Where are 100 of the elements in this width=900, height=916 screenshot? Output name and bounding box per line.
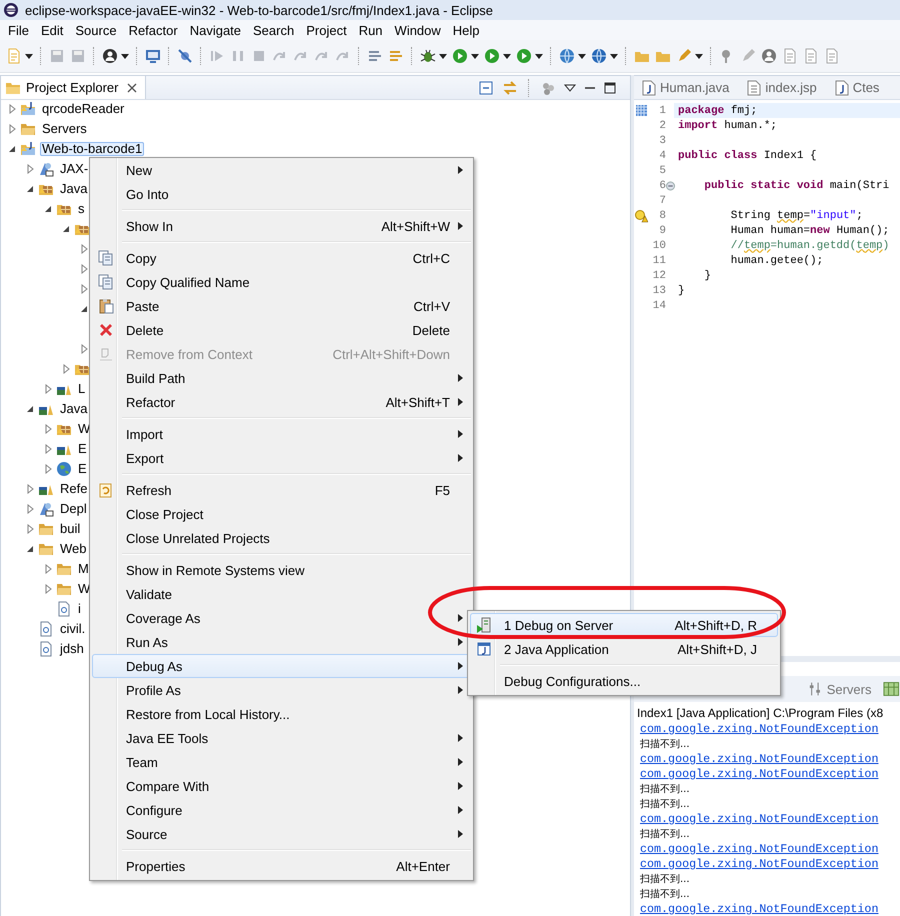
editor-tab[interactable]: index.jsp bbox=[739, 76, 827, 99]
menu-item[interactable]: Refactor bbox=[122, 22, 184, 38]
collapse-arrow-icon[interactable] bbox=[79, 304, 89, 314]
tree-item[interactable]: Refe bbox=[58, 482, 90, 496]
menu-item[interactable]: Show in Remote Systems view bbox=[92, 558, 471, 582]
monitor-icon[interactable] bbox=[145, 48, 161, 64]
console-link[interactable]: com.google.zxing.NotFoundException bbox=[640, 902, 878, 916]
expand-arrow-icon[interactable] bbox=[79, 284, 89, 294]
menu-item[interactable]: Copy Ctrl+C bbox=[92, 246, 471, 270]
skip-breakpoints-icon[interactable] bbox=[177, 48, 193, 64]
page-icon[interactable] bbox=[803, 48, 819, 64]
warning-bulb-icon[interactable] bbox=[634, 208, 648, 222]
tree-item[interactable]: Depl bbox=[58, 502, 89, 516]
tree-item[interactable]: Web-to-barcode1 bbox=[40, 142, 144, 156]
expand-arrow-icon[interactable] bbox=[43, 584, 53, 594]
new-service-icon[interactable] bbox=[591, 48, 607, 64]
menu-item[interactable]: Help bbox=[446, 22, 486, 38]
collapse-arrow-icon[interactable] bbox=[7, 144, 17, 154]
menu-item[interactable]: New bbox=[92, 158, 471, 182]
dropdown-caret-icon[interactable] bbox=[610, 54, 618, 58]
tree-item[interactable]: Java bbox=[58, 402, 90, 416]
expand-arrow-icon[interactable] bbox=[79, 244, 89, 254]
menu-item[interactable]: Team bbox=[92, 750, 471, 774]
menu-item[interactable]: Navigate bbox=[184, 22, 248, 38]
new-server-icon[interactable] bbox=[559, 48, 575, 64]
expand-arrow-icon[interactable] bbox=[79, 344, 89, 354]
tree-item[interactable]: i bbox=[76, 602, 83, 616]
menu-item[interactable]: Project bbox=[300, 22, 353, 38]
collapse-arrow-icon[interactable] bbox=[25, 404, 35, 414]
dropdown-caret-icon[interactable] bbox=[439, 54, 447, 58]
collapse-arrow-icon[interactable] bbox=[43, 204, 53, 214]
collapse-all-icon[interactable] bbox=[478, 80, 494, 96]
menu-item[interactable]: Search bbox=[247, 22, 300, 38]
tree-item[interactable]: jdsh bbox=[58, 642, 86, 656]
menu-item[interactable]: Edit bbox=[34, 22, 70, 38]
fold-icon[interactable] bbox=[666, 180, 675, 190]
tree-item[interactable]: s bbox=[76, 202, 86, 216]
document-icon[interactable] bbox=[782, 48, 798, 64]
tree-item[interactable]: Java bbox=[58, 182, 90, 196]
menu-item[interactable]: Debug Configurations... bbox=[470, 669, 778, 693]
menu-item[interactable]: Run bbox=[352, 22, 389, 38]
console-link[interactable]: com.google.zxing.NotFoundException bbox=[640, 752, 878, 767]
menu-item[interactable]: Source bbox=[92, 822, 471, 846]
tree-item[interactable]: buil bbox=[58, 522, 82, 536]
debug-icon[interactable] bbox=[420, 48, 436, 64]
menu-item[interactable]: Refactor Alt+Shift+T bbox=[92, 390, 471, 414]
menu-item[interactable]: Coverage As bbox=[92, 606, 471, 630]
tree-item[interactable]: civil. bbox=[58, 622, 88, 636]
menu-item[interactable]: 1 Debug on Server Alt+Shift+D, R bbox=[470, 613, 778, 637]
tree-item[interactable]: Web bbox=[58, 542, 88, 556]
editor-tab[interactable]: Ctes bbox=[826, 76, 890, 99]
collapse-arrow-icon[interactable] bbox=[25, 544, 35, 554]
menu-item[interactable]: Import bbox=[92, 422, 471, 446]
link-editor-icon[interactable] bbox=[502, 80, 518, 96]
dropdown-caret-icon[interactable] bbox=[695, 54, 703, 58]
console-tab[interactable]: Servers bbox=[826, 682, 872, 696]
dropdown-caret-icon[interactable] bbox=[471, 54, 479, 58]
drop-frame-icon[interactable] bbox=[367, 48, 383, 64]
expand-arrow-icon[interactable] bbox=[61, 364, 71, 374]
menu-item[interactable]: Validate bbox=[92, 582, 471, 606]
close-icon[interactable] bbox=[127, 82, 138, 92]
editor-tab[interactable]: Human.java bbox=[634, 76, 740, 99]
expand-arrow-icon[interactable] bbox=[43, 444, 53, 454]
console-link[interactable]: com.google.zxing.NotFoundException bbox=[640, 812, 878, 827]
menu-item[interactable]: Configure bbox=[92, 798, 471, 822]
menu-item[interactable]: Java EE Tools bbox=[92, 726, 471, 750]
menu-item[interactable]: Copy Qualified Name bbox=[92, 270, 471, 294]
figure-icon[interactable] bbox=[761, 48, 777, 64]
menu-item[interactable]: Delete Delete bbox=[92, 318, 471, 342]
menu-item[interactable]: Show In Alt+Shift+W bbox=[92, 214, 471, 238]
dropdown-caret-icon[interactable] bbox=[503, 54, 511, 58]
menu-item[interactable]: Close Unrelated Projects bbox=[92, 526, 471, 550]
dropdown-caret-icon[interactable] bbox=[25, 54, 33, 58]
tree-item[interactable]: L bbox=[76, 382, 88, 396]
paragraph-icon[interactable] bbox=[824, 48, 840, 64]
menu-item[interactable]: Build Path bbox=[92, 366, 471, 390]
tree-item[interactable]: E bbox=[76, 462, 89, 476]
menu-item[interactable]: 2 Java Application Alt+Shift+D, J bbox=[470, 637, 778, 661]
expand-arrow-icon[interactable] bbox=[79, 264, 89, 274]
console-link[interactable]: com.google.zxing.NotFoundException bbox=[640, 767, 878, 782]
menu-item[interactable]: File bbox=[2, 22, 35, 38]
tree-item[interactable]: Servers bbox=[40, 122, 89, 136]
dropdown-caret-icon[interactable] bbox=[535, 54, 543, 58]
maximize-icon[interactable] bbox=[604, 82, 616, 94]
expand-arrow-icon[interactable] bbox=[25, 504, 35, 514]
person-icon[interactable] bbox=[102, 48, 118, 64]
collapse-arrow-icon[interactable] bbox=[61, 224, 71, 234]
menu-item[interactable]: Compare With bbox=[92, 774, 471, 798]
expand-arrow-icon[interactable] bbox=[43, 384, 53, 394]
expand-arrow-icon[interactable] bbox=[7, 124, 17, 134]
menu-item[interactable]: Window bbox=[388, 22, 447, 38]
tree-item[interactable]: M bbox=[76, 562, 91, 576]
dropdown-caret-icon[interactable] bbox=[121, 54, 129, 58]
menu-item[interactable]: Source bbox=[69, 22, 123, 38]
menu-item[interactable]: Profile As bbox=[92, 678, 471, 702]
expand-arrow-icon[interactable] bbox=[43, 564, 53, 574]
menu-item[interactable]: Export bbox=[92, 446, 471, 470]
menu-item[interactable]: Go Into bbox=[92, 182, 471, 206]
view-menu-icon[interactable] bbox=[564, 84, 576, 92]
expand-arrow-icon[interactable] bbox=[25, 164, 35, 174]
